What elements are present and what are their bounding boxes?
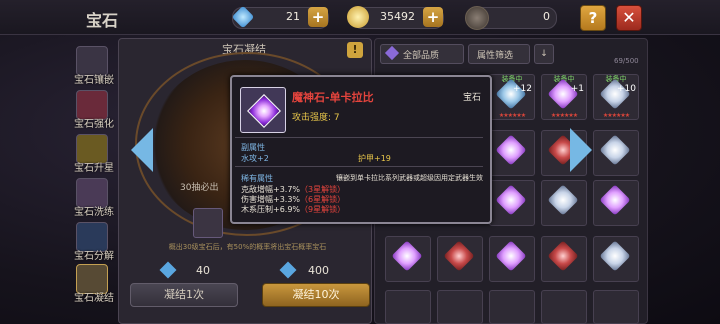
nav-gem-refine[interactable]: 宝石洗练 <box>72 176 114 218</box>
gem-icon <box>247 94 281 128</box>
token-count: 0 <box>543 10 550 23</box>
nav-gem-star[interactable]: 宝石升星 <box>72 132 114 174</box>
gem-cell[interactable] <box>593 236 639 282</box>
gem-cell[interactable] <box>541 290 587 324</box>
stars: ★★★★★★ <box>498 112 526 119</box>
gem-icon <box>495 184 527 216</box>
gem-cell[interactable]: 装备中 +12 ★★★★★★ <box>489 74 535 120</box>
gem-icon <box>599 184 631 216</box>
gem-cell[interactable] <box>593 290 639 324</box>
condense-ten-button[interactable]: 凝结10次 <box>262 283 370 307</box>
cost-once: 40 <box>196 264 210 277</box>
page-title: 宝石 <box>86 11 119 30</box>
rare-attr-header: 稀有属性 <box>241 174 273 183</box>
gem-icon <box>391 240 423 272</box>
gold-coin-icon <box>347 6 369 28</box>
rare-stat: 木系压制+6.9%（9星解锁） <box>241 205 346 214</box>
gem-filter-icon <box>384 45 400 61</box>
gem-icon <box>599 134 631 166</box>
gold-count: 35492 <box>380 10 415 23</box>
pity-text: 30抽必出 <box>180 183 219 193</box>
gem-attack: 攻击强度: 7 <box>292 113 340 123</box>
inventory-count: 69/500 <box>614 57 639 65</box>
nav-gem-condense[interactable]: 宝石凝结 <box>72 262 114 304</box>
diamond-icon <box>231 5 255 29</box>
stars: ★★★★★★ <box>550 112 578 119</box>
gem-cell[interactable] <box>593 180 639 226</box>
gem-icon <box>495 240 527 272</box>
quality-filter[interactable]: 全部品质 <box>380 44 464 64</box>
nav-gem-enhance[interactable]: 宝石强化 <box>72 88 114 130</box>
nav-gem-inlay[interactable]: 宝石镶嵌 <box>72 44 114 86</box>
gem-icon <box>495 134 527 166</box>
gem-cell[interactable] <box>385 290 431 324</box>
gem-cell[interactable] <box>489 130 535 176</box>
gem-cell[interactable] <box>593 130 639 176</box>
divider <box>235 166 483 167</box>
sub-attr-header: 副属性 <box>241 143 265 152</box>
gem-cell[interactable] <box>489 290 535 324</box>
cost-ten: 400 <box>308 264 329 277</box>
gem-icon <box>599 240 631 272</box>
gem-cell[interactable]: 装备中 +1 ★★★★★★ <box>541 74 587 120</box>
gold-resource: 35492 + <box>347 6 444 29</box>
gem-icon <box>547 184 579 216</box>
gem-cell[interactable] <box>489 180 535 226</box>
condense-hint: 概出30级宝石后，有50%的概率将出宝石概率宝石 <box>168 243 327 251</box>
lock-icon[interactable]: ! <box>347 42 363 58</box>
gem-cell[interactable] <box>489 236 535 282</box>
add-gold-button[interactable]: + <box>423 7 443 27</box>
token-resource: 0 <box>465 6 557 30</box>
rare-desc: 镶嵌到单卡拉比系列武器或超级因用定武器生效 <box>336 174 483 182</box>
gem-name: 魔神石-单卡拉比 <box>292 91 374 104</box>
diamond-count: 21 <box>286 10 300 23</box>
help-button[interactable]: ? <box>580 5 606 31</box>
gem-icon <box>443 240 475 272</box>
gem-cell[interactable] <box>541 180 587 226</box>
next-arrow-icon[interactable] <box>570 128 592 172</box>
tooltip-gem-icon <box>240 87 286 133</box>
sort-button[interactable]: ↓ <box>534 44 554 64</box>
divider <box>235 137 483 138</box>
gem-cell[interactable] <box>437 290 483 324</box>
sub-stat: 护甲+19 <box>358 154 391 163</box>
stars: ★★★★★★ <box>602 112 630 119</box>
gem-slot[interactable] <box>193 208 223 238</box>
gem-type: 宝石 <box>463 93 482 103</box>
nav-gem-decompose[interactable]: 宝石分解 <box>72 220 114 262</box>
add-diamond-button[interactable]: + <box>308 7 328 27</box>
prev-arrow-icon[interactable] <box>131 128 153 172</box>
diamond-resource: 21 + <box>231 5 329 29</box>
gem-cell[interactable] <box>385 236 431 282</box>
gem-icon <box>547 240 579 272</box>
condense-once-button[interactable]: 凝结1次 <box>130 283 238 307</box>
attribute-filter[interactable]: 属性筛选 <box>468 44 530 64</box>
close-button[interactable]: ✕ <box>616 5 642 31</box>
gem-cell[interactable] <box>541 236 587 282</box>
gem-cell[interactable]: 装备中 +10 ★★★★★★ <box>593 74 639 120</box>
gem-cell[interactable] <box>437 236 483 282</box>
sub-stat: 水攻+2 <box>241 154 269 163</box>
token-icon <box>465 6 489 30</box>
